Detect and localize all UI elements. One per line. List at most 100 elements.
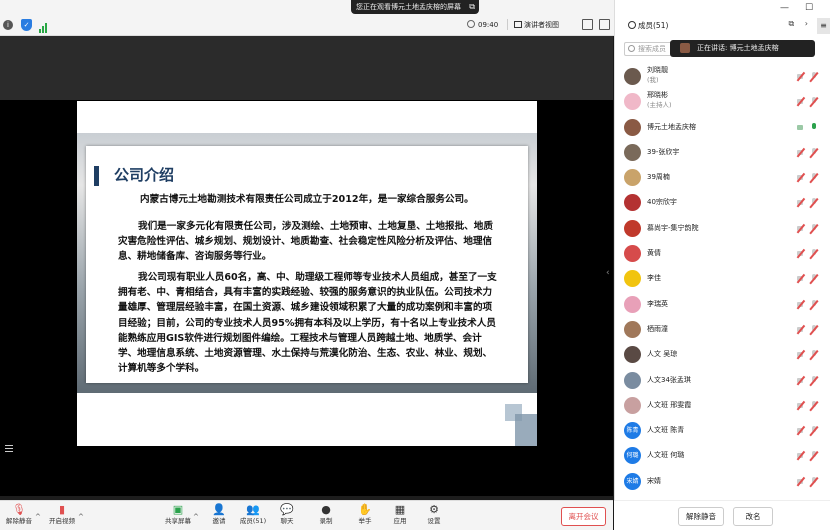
avatar [624, 219, 641, 237]
camera-off-icon[interactable] [797, 477, 806, 486]
member-item[interactable]: 黄倩 [614, 241, 824, 266]
camera-off-icon[interactable] [797, 376, 806, 385]
camera-off-icon[interactable] [797, 224, 806, 233]
camera-off-icon[interactable] [797, 451, 806, 460]
raise-hand-button[interactable]: ✋ 举手 [348, 503, 382, 526]
unmute-button[interactable]: 🎙 解除静音 [2, 503, 36, 526]
microphone-muted-icon[interactable] [810, 147, 818, 158]
member-item[interactable]: 人文34张孟琪 [614, 368, 824, 393]
microphone-muted-icon[interactable] [810, 72, 818, 82]
info-icon[interactable]: i [3, 20, 13, 30]
member-item[interactable]: 人文 吴琼 [614, 342, 824, 367]
avatar [624, 194, 641, 212]
panel-menu-icon[interactable]: ≡ [817, 18, 830, 34]
camera-off-icon[interactable] [797, 401, 806, 410]
member-name: 39周楠 [647, 173, 670, 182]
microphone-muted-icon[interactable] [810, 375, 818, 386]
microphone-muted-icon[interactable] [810, 198, 818, 208]
share-options-caret[interactable]: ^ [193, 513, 199, 521]
member-item[interactable]: 邢晓彬 (主持人) [614, 89, 824, 114]
popout-icon[interactable]: ⧉ › [789, 19, 812, 29]
microphone-muted-icon[interactable] [810, 476, 818, 487]
exit-fullscreen-icon[interactable] [599, 19, 610, 30]
meeting-status-bar: i ✓ 09:40 演讲者视图 [0, 18, 613, 33]
member-name: 人文班 邢雯霞 [647, 400, 692, 409]
microphone-muted-icon[interactable] [810, 400, 818, 411]
settings-button[interactable]: ⚙ 设置 [417, 503, 451, 526]
member-item[interactable]: 博元土地孟庆榕 [614, 115, 824, 140]
slide-paragraph-3: 我公司现有职业人员60名，高、中、助理级工程师等专业技术人员组成，甚至了一支拥有… [118, 270, 500, 376]
microphone-muted-icon[interactable] [810, 324, 818, 335]
video-options-caret[interactable]: ^ [78, 513, 84, 521]
member-item[interactable]: 人文班 邢雯霞 [614, 393, 824, 418]
camera-off-icon[interactable] [797, 300, 806, 309]
members-panel-footer: 解除静音 改名 [614, 500, 830, 530]
avatar: 何璐 [624, 447, 641, 465]
member-item[interactable]: 李瑞英 [614, 292, 824, 317]
member-name: 39-张欣宇 [647, 147, 680, 156]
microphone-muted-icon[interactable] [810, 426, 818, 436]
member-item[interactable]: 李佳 [614, 266, 824, 291]
members-label: 成员(51) [239, 517, 267, 525]
start-video-button[interactable]: ▮ 开启视频 [45, 503, 79, 526]
camera-off-icon[interactable] [797, 173, 806, 182]
minimize-icon[interactable]: — [780, 3, 789, 13]
collapse-panel-icon[interactable]: ‹ [606, 268, 610, 278]
member-list: 刘晓靓 (我) 邢晓彬 (主持人) 博元土地孟庆榕 39-张欣宇 39周楠 40宗欣宇慕尚宇-… [614, 64, 824, 494]
stop-share-icon[interactable]: ⧉ [469, 0, 475, 14]
member-item[interactable]: 39-张欣宇 [614, 140, 824, 165]
rename-button[interactable]: 改名 [733, 507, 773, 526]
share-screen-button[interactable]: ▣ 共享屏幕 [161, 503, 195, 526]
signal-icon[interactable] [38, 20, 51, 33]
camera-off-icon[interactable] [797, 198, 806, 207]
member-item[interactable]: 40宗欣宇 [614, 190, 824, 215]
member-name: 慕尚宇-集宁韵院 [647, 223, 699, 232]
microphone-muted-icon[interactable] [810, 274, 818, 284]
member-item[interactable]: 刘晓靓 (我) [614, 64, 824, 89]
record-label: 录制 [319, 517, 333, 525]
microphone-icon[interactable] [810, 122, 818, 133]
leave-meeting-button[interactable]: 离开会议 [561, 507, 606, 526]
invite-button[interactable]: 👤 邀请 [202, 503, 236, 526]
record-button[interactable]: ● 录制 [309, 503, 343, 526]
member-item[interactable]: 何璐 人文班 何璐 [614, 443, 824, 468]
member-item[interactable]: 栖雨潼 [614, 317, 824, 342]
maximize-icon[interactable]: ☐ [805, 3, 813, 13]
view-switch-button[interactable]: 演讲者视图 [514, 19, 559, 31]
member-item[interactable]: 慕尚宇-集宁韵院 [614, 216, 824, 241]
camera-off-icon[interactable] [797, 350, 806, 359]
list-icon[interactable] [5, 443, 13, 454]
camera-off-icon[interactable] [797, 249, 806, 258]
meeting-timer: 09:40 [467, 19, 498, 31]
member-item[interactable]: 陈青 人文班 陈青 [614, 418, 824, 443]
slide-paragraph-1: 内蒙古博元土地勘测技术有限责任公司成立于2012年，是一家综合服务公司。 [140, 194, 474, 205]
camera-off-icon[interactable] [797, 426, 806, 435]
record-icon: ● [321, 503, 331, 516]
search-placeholder: 搜索成员 [638, 45, 666, 53]
microphone-muted-icon[interactable] [810, 350, 818, 360]
microphone-muted-icon[interactable] [810, 223, 818, 234]
microphone-muted-icon[interactable] [810, 249, 818, 259]
clock-icon [467, 20, 475, 28]
camera-icon[interactable] [797, 123, 806, 132]
members-button[interactable]: 👥 成员(51) [236, 503, 270, 526]
speaker-avatar [680, 43, 690, 53]
microphone-muted-icon[interactable] [810, 173, 818, 183]
member-item[interactable]: 39周楠 [614, 165, 824, 190]
audio-options-caret[interactable]: ^ [35, 513, 41, 521]
microphone-muted-icon[interactable] [810, 451, 818, 461]
camera-off-icon[interactable] [797, 97, 806, 106]
microphone-muted-icon[interactable] [810, 299, 818, 310]
toolbar: 🎙 解除静音 ^ ▮ 开启视频 ^ ▣ 共享屏幕 ^ 👤 邀请 👥 成员(51) 💬 聊天 … [0, 500, 613, 530]
microphone-muted-icon[interactable] [810, 97, 818, 107]
chat-button[interactable]: 💬 聊天 [270, 503, 304, 526]
unmute-all-button[interactable]: 解除静音 [678, 507, 724, 526]
fullscreen-icon[interactable] [582, 19, 593, 30]
shield-icon[interactable]: ✓ [21, 19, 32, 31]
camera-off-icon[interactable] [797, 325, 806, 334]
camera-off-icon[interactable] [797, 72, 806, 81]
camera-off-icon[interactable] [797, 148, 806, 157]
member-item[interactable]: 宋婧 宋婧 [614, 469, 824, 494]
apps-button[interactable]: ▦ 应用 [383, 503, 417, 526]
camera-off-icon[interactable] [797, 274, 806, 283]
